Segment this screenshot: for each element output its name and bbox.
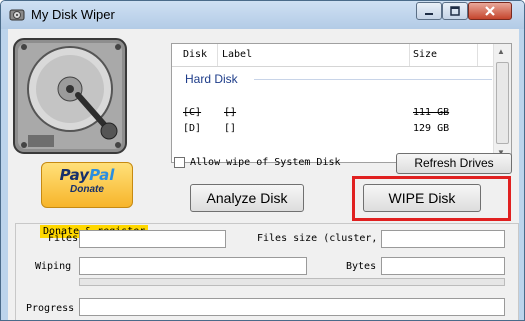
disk-list-scrollbar[interactable]: ▲ ▼ <box>493 44 511 162</box>
client-area: PayPal Donate Donate & register Disk Lab… <box>8 29 519 320</box>
allow-system-wipe-checkbox[interactable] <box>174 157 185 168</box>
scroll-thumb[interactable] <box>496 62 509 144</box>
wipe-disk-button[interactable]: WIPE Disk <box>363 184 481 212</box>
minimize-icon <box>425 13 433 15</box>
info-panel: Files Files size (cluster, Wiping Bytes … <box>15 223 519 320</box>
window-title: My Disk Wiper <box>31 7 115 22</box>
maximize-button[interactable] <box>442 2 468 20</box>
disk-row[interactable]: [D] [] 129 GB <box>172 123 495 137</box>
wiping-label: Wiping <box>35 261 72 272</box>
bytes-field <box>381 257 505 275</box>
refresh-drives-button[interactable]: Refresh Drives <box>396 153 512 174</box>
wiping-field <box>79 257 307 275</box>
close-button[interactable] <box>468 2 512 20</box>
wipe-progress-bar <box>79 278 505 286</box>
app-window: My Disk Wiper PayPal Donate Donate Disk … <box>0 0 525 321</box>
hard-disk-image <box>13 38 127 154</box>
minimize-button[interactable] <box>416 2 442 20</box>
files-field <box>79 230 226 248</box>
column-label[interactable]: Label <box>222 49 252 60</box>
progress-field <box>79 298 505 316</box>
paypal-donate-button[interactable]: PayPal Donate <box>41 162 133 208</box>
disk-letter: [D] <box>183 123 202 134</box>
disk-letter: [C] <box>183 107 202 118</box>
close-icon <box>485 6 495 16</box>
column-disk[interactable]: Disk <box>183 49 207 60</box>
maximize-icon <box>450 6 460 16</box>
disk-label: [] <box>224 123 237 134</box>
paypal-donate-label: Donate <box>70 184 104 195</box>
group-divider <box>254 79 492 80</box>
bytes-label: Bytes <box>346 261 377 272</box>
disk-label: [] <box>224 107 237 118</box>
paypal-logo: PayPal <box>59 166 115 184</box>
disk-size: 129 GB <box>413 123 450 134</box>
analyze-disk-button[interactable]: Analyze Disk <box>190 184 304 212</box>
files-label: Files <box>48 233 79 244</box>
files-size-label: Files size (cluster, <box>257 233 378 244</box>
scroll-up-icon[interactable]: ▲ <box>497 47 505 56</box>
column-size[interactable]: Size <box>413 49 437 60</box>
title-bar[interactable]: My Disk Wiper <box>1 1 524 29</box>
disk-list-header: Disk Label Size <box>172 44 495 67</box>
allow-system-wipe-label: Allow wipe of System Disk <box>190 157 341 168</box>
disk-list[interactable]: Disk Label Size Hard Disk [C] [] 111 GB … <box>171 43 512 163</box>
progress-label: Progress <box>26 303 75 314</box>
disk-app-icon <box>9 9 25 21</box>
files-size-field <box>381 230 505 248</box>
disk-row[interactable]: [C] [] 111 GB <box>172 107 495 121</box>
group-hard-disk: Hard Disk <box>185 72 238 86</box>
disk-size: 111 GB <box>413 107 450 118</box>
